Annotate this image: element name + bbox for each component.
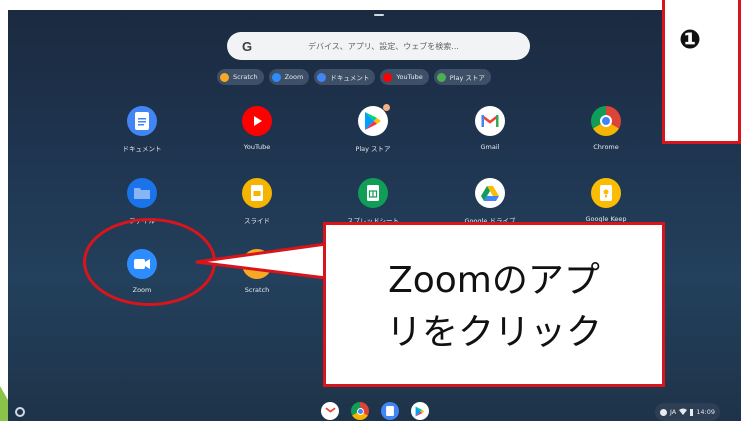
instruction-callout: Zoomのアプ リをクリック [323,222,665,387]
callout-line-2: リをクリック [385,312,602,353]
callout-seam-cover [326,246,332,276]
callout-line-1: Zoomのアプ [388,260,600,301]
